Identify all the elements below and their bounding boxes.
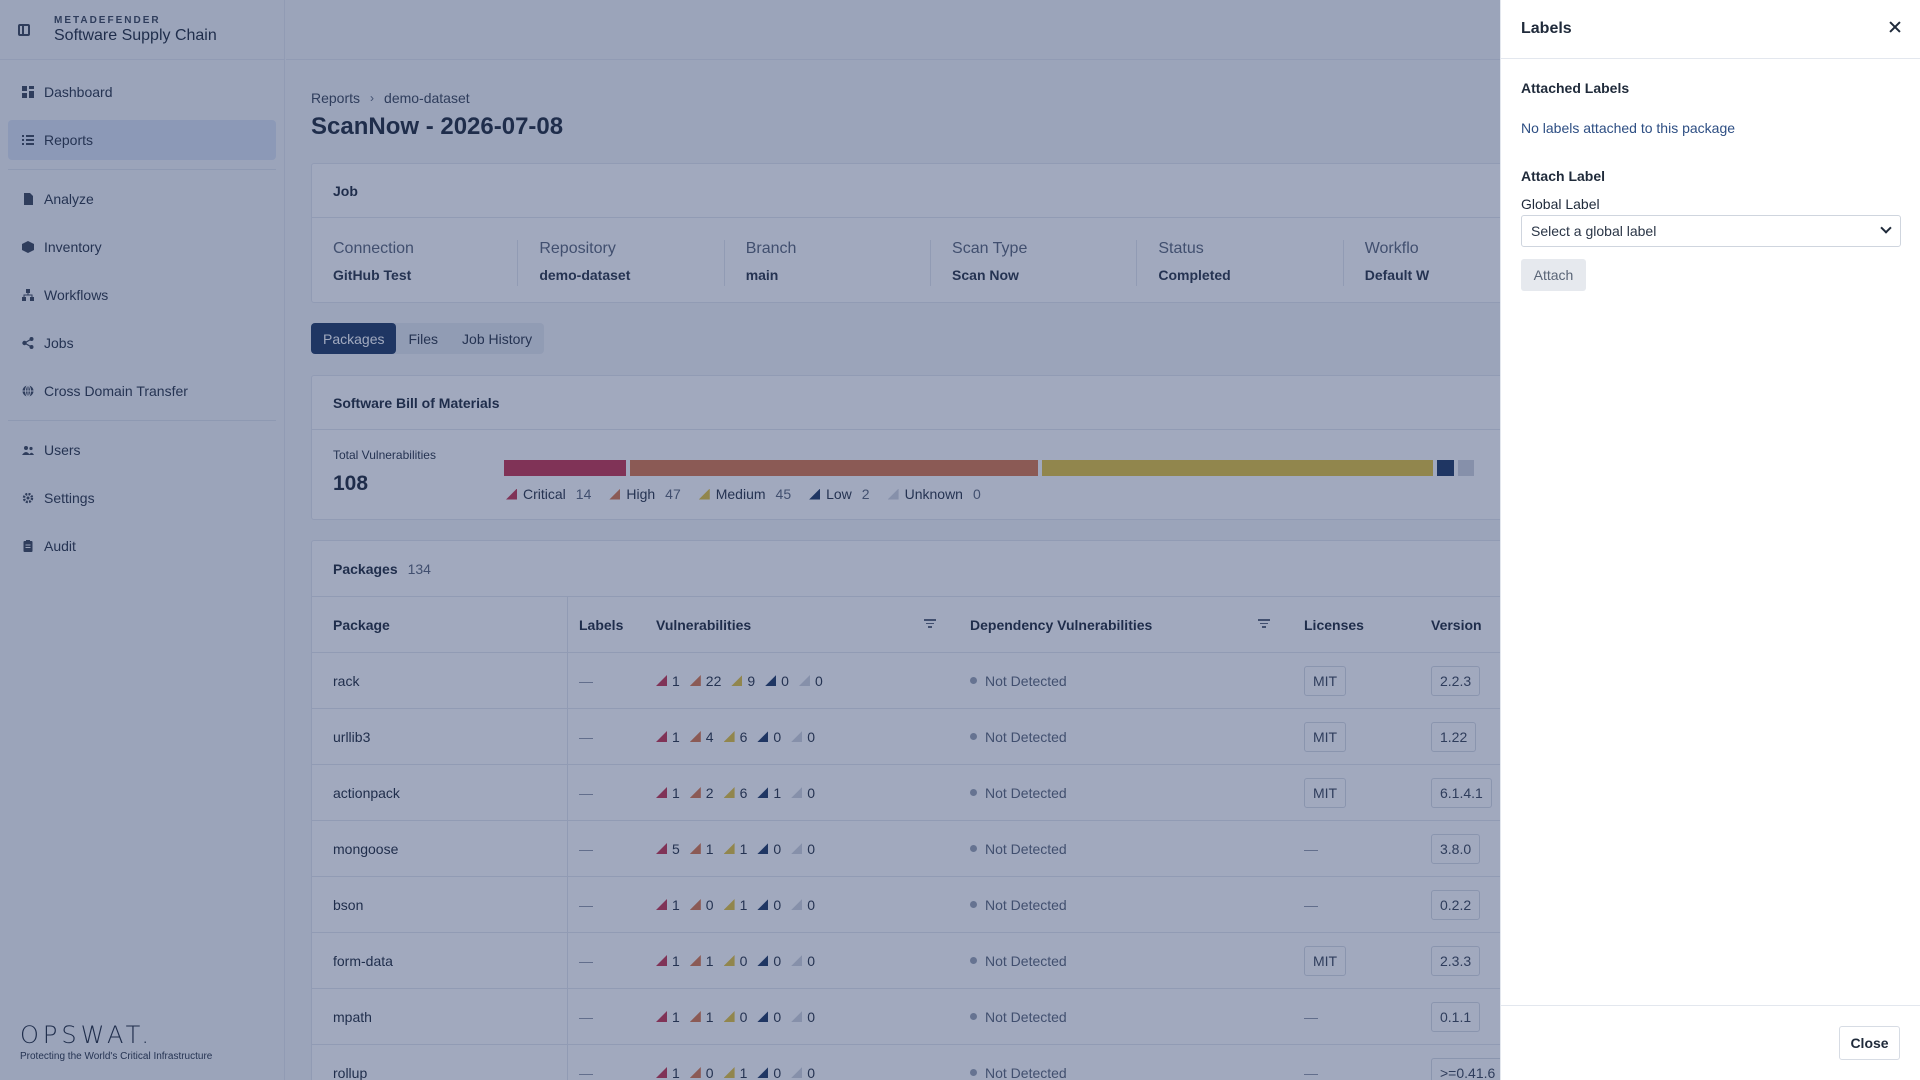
select-placeholder: Select a global label	[1531, 223, 1657, 239]
attach-label-heading: Attach Label	[1521, 168, 1606, 184]
no-labels-message: No labels attached to this package	[1521, 120, 1736, 136]
drawer-title: Labels	[1521, 20, 1572, 37]
chevron-down-icon	[1880, 222, 1892, 234]
attach-button[interactable]: Attach	[1521, 259, 1586, 291]
modal-backdrop[interactable]	[0, 0, 1500, 1080]
drawer-header: Labels	[1501, 0, 1920, 59]
global-label-field-label: Global Label	[1521, 196, 1600, 212]
attached-labels-heading: Attached Labels	[1521, 80, 1630, 96]
labels-drawer: Labels Attached Labels No labels attache…	[1500, 0, 1920, 1080]
close-button[interactable]: Close	[1839, 1026, 1900, 1060]
drawer-footer: Close	[1501, 1005, 1920, 1080]
close-icon[interactable]	[1888, 20, 1902, 34]
global-label-select[interactable]: Select a global label	[1521, 215, 1901, 247]
